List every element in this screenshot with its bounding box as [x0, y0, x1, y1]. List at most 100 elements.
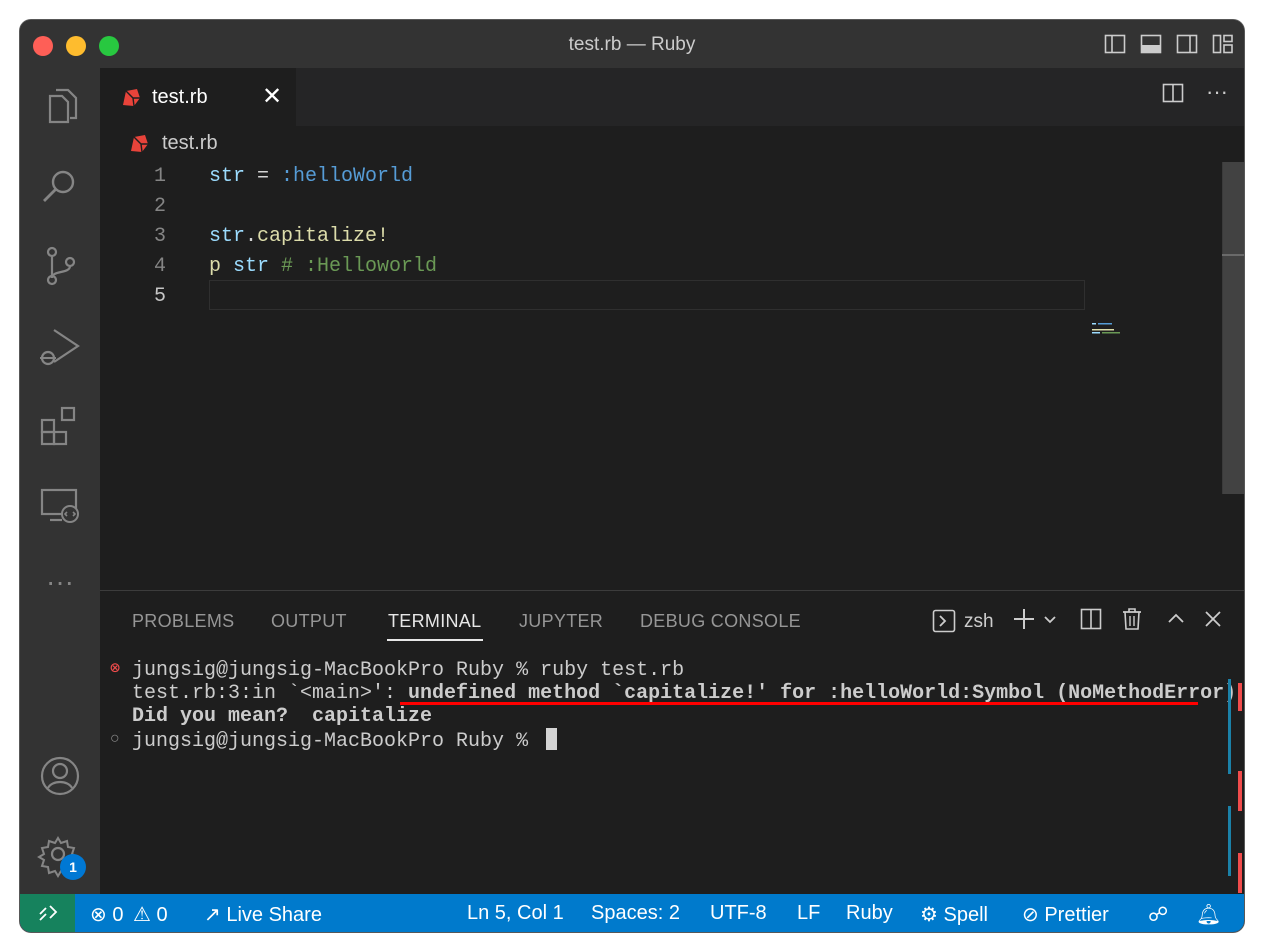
problems-status[interactable]: ⊗ 0 ⚠ 0: [90, 902, 168, 927]
remote-explorer-icon[interactable]: [36, 482, 84, 530]
trash-icon[interactable]: [1121, 607, 1143, 636]
bottom-panel: PROBLEMS OUTPUT TERMINAL JUPYTER DEBUG C…: [100, 590, 1244, 895]
toggle-secondary-sidebar-icon[interactable]: [1176, 33, 1198, 55]
scrollbar-position-marker: [1222, 254, 1244, 256]
breadcrumb-file[interactable]: test.rb: [162, 132, 218, 155]
title-bar: test.rb — Ruby: [20, 20, 1244, 68]
window-title: test.rb — Ruby: [568, 34, 696, 55]
chevron-up-icon[interactable]: [1166, 609, 1186, 634]
scroll-ruler: [1228, 679, 1231, 774]
did-you-mean: Did you mean? capitalize: [132, 705, 433, 728]
shell-name[interactable]: zsh: [964, 611, 994, 633]
status-bar: ⊗ 0 ⚠ 0 ↗ Live Share Ln 5, Col 1 Spaces:…: [20, 894, 1244, 932]
code-line: 5: [100, 282, 1244, 312]
line-number: 4: [153, 255, 166, 278]
token: capitalize!: [257, 225, 390, 248]
token: .: [245, 225, 258, 248]
toggle-primary-sidebar-icon[interactable]: [1104, 33, 1126, 55]
explorer-icon[interactable]: [36, 82, 84, 130]
terminal-line: ○ jungsig@jungsig-MacBookPro Ruby %: [100, 728, 1200, 753]
more-actions-icon[interactable]: ···: [1206, 81, 1228, 110]
more-icon[interactable]: ···: [36, 562, 84, 610]
tab-test-rb[interactable]: test.rb ✕: [100, 68, 296, 126]
terminal-line: ⊗ jungsig@jungsig-MacBookPro Ruby % ruby…: [100, 659, 1200, 682]
close-icon[interactable]: ✕: [262, 82, 282, 111]
ruby-file-icon: [120, 86, 142, 113]
line-number: 3: [153, 225, 166, 248]
tab-label: test.rb: [152, 86, 208, 108]
code-editor[interactable]: 1 str = :helloWorld 2 3 str.capitalize! …: [100, 162, 1244, 590]
scroll-ruler: [1228, 806, 1231, 876]
terminal-cursor: [546, 728, 558, 750]
minimap[interactable]: [1092, 322, 1132, 342]
toggle-panel-icon[interactable]: [1140, 33, 1162, 55]
scroll-ruler-error: [1238, 853, 1242, 893]
token: str: [209, 165, 246, 188]
breadcrumb: test.rb: [100, 126, 1244, 162]
code-line: 4 p str # :Helloworld: [100, 252, 1244, 282]
line-number: 1: [153, 165, 166, 188]
token: str: [209, 225, 246, 248]
feedback-icon[interactable]: ☍: [1148, 902, 1168, 927]
error-underline-annotation: [400, 702, 1198, 705]
bell-icon[interactable]: 🔔︎: [1196, 902, 1221, 927]
editor-scrollbar[interactable]: [1222, 162, 1244, 494]
terminal-prompt: jungsig@jungsig-MacBookPro Ruby %: [132, 730, 541, 753]
line-number: 2: [153, 195, 166, 218]
split-editor-icon[interactable]: [1162, 82, 1184, 110]
spell-button[interactable]: ⚙ Spell: [920, 902, 988, 927]
live-share-button[interactable]: ↗ Live Share: [204, 902, 322, 927]
remote-icon[interactable]: [20, 894, 75, 932]
token: # :Helloworld: [269, 255, 438, 278]
code-line: 3 str.capitalize!: [100, 222, 1244, 252]
live-share-icon: ↗: [204, 904, 221, 926]
source-control-icon[interactable]: [36, 242, 84, 290]
error-icon: ⊗: [110, 660, 121, 679]
terminal-line: Did you mean? capitalize: [100, 705, 1200, 728]
tab-debug-console[interactable]: DEBUG CONSOLE: [640, 611, 801, 632]
token: :helloWorld: [281, 165, 414, 188]
token: p: [209, 255, 222, 278]
cursor-position[interactable]: Ln 5, Col 1: [467, 902, 564, 925]
warning-count: 0: [156, 904, 168, 926]
error-count: 0: [112, 904, 124, 926]
token: =: [245, 165, 282, 188]
scroll-ruler-error: [1238, 771, 1242, 811]
close-panel-icon[interactable]: [1203, 609, 1223, 634]
line-number: 5: [153, 285, 166, 308]
error-icon: ⊗: [90, 904, 107, 926]
terminal-command: jungsig@jungsig-MacBookPro Ruby % ruby t…: [132, 659, 685, 682]
prohibited-icon: ⊘: [1022, 904, 1039, 926]
run-debug-icon[interactable]: [36, 322, 84, 370]
prettier-button[interactable]: ⊘ Prettier: [1022, 902, 1109, 927]
tab-problems[interactable]: PROBLEMS: [132, 611, 234, 632]
extensions-icon[interactable]: [36, 402, 84, 450]
account-icon[interactable]: [36, 752, 84, 800]
ruby-file-icon: [128, 132, 150, 159]
encoding[interactable]: UTF-8: [710, 902, 767, 925]
gear-icon: ⚙: [920, 904, 938, 926]
success-circle-icon: ○: [110, 730, 120, 748]
active-tab-indicator: [387, 639, 483, 641]
plus-icon[interactable]: [1012, 607, 1036, 636]
search-icon[interactable]: [36, 162, 84, 210]
code-line: 2: [100, 192, 1244, 222]
live-share-label: Live Share: [226, 904, 322, 926]
tab-output[interactable]: OUTPUT: [271, 611, 347, 632]
end-of-line[interactable]: LF: [797, 902, 820, 925]
token: str: [221, 255, 270, 278]
terminal-icon[interactable]: [932, 609, 956, 638]
warning-icon: ⚠: [133, 904, 151, 926]
customize-layout-icon[interactable]: [1212, 33, 1234, 55]
spell-label: Spell: [943, 904, 988, 926]
settings-badge: 1: [60, 854, 86, 880]
vscode-window: test.rb — Ruby ··· 1 test.rb ✕ ··· test.…: [20, 20, 1244, 932]
split-terminal-icon[interactable]: [1080, 608, 1102, 635]
indentation[interactable]: Spaces: 2: [591, 902, 680, 925]
error-location: test.rb:3:in `<main>':: [132, 682, 409, 705]
language-mode[interactable]: Ruby: [846, 902, 893, 925]
chevron-down-icon[interactable]: [1042, 611, 1058, 632]
tab-jupyter[interactable]: JUPYTER: [519, 611, 603, 632]
prettier-label: Prettier: [1044, 904, 1109, 926]
tab-terminal[interactable]: TERMINAL: [388, 611, 481, 632]
